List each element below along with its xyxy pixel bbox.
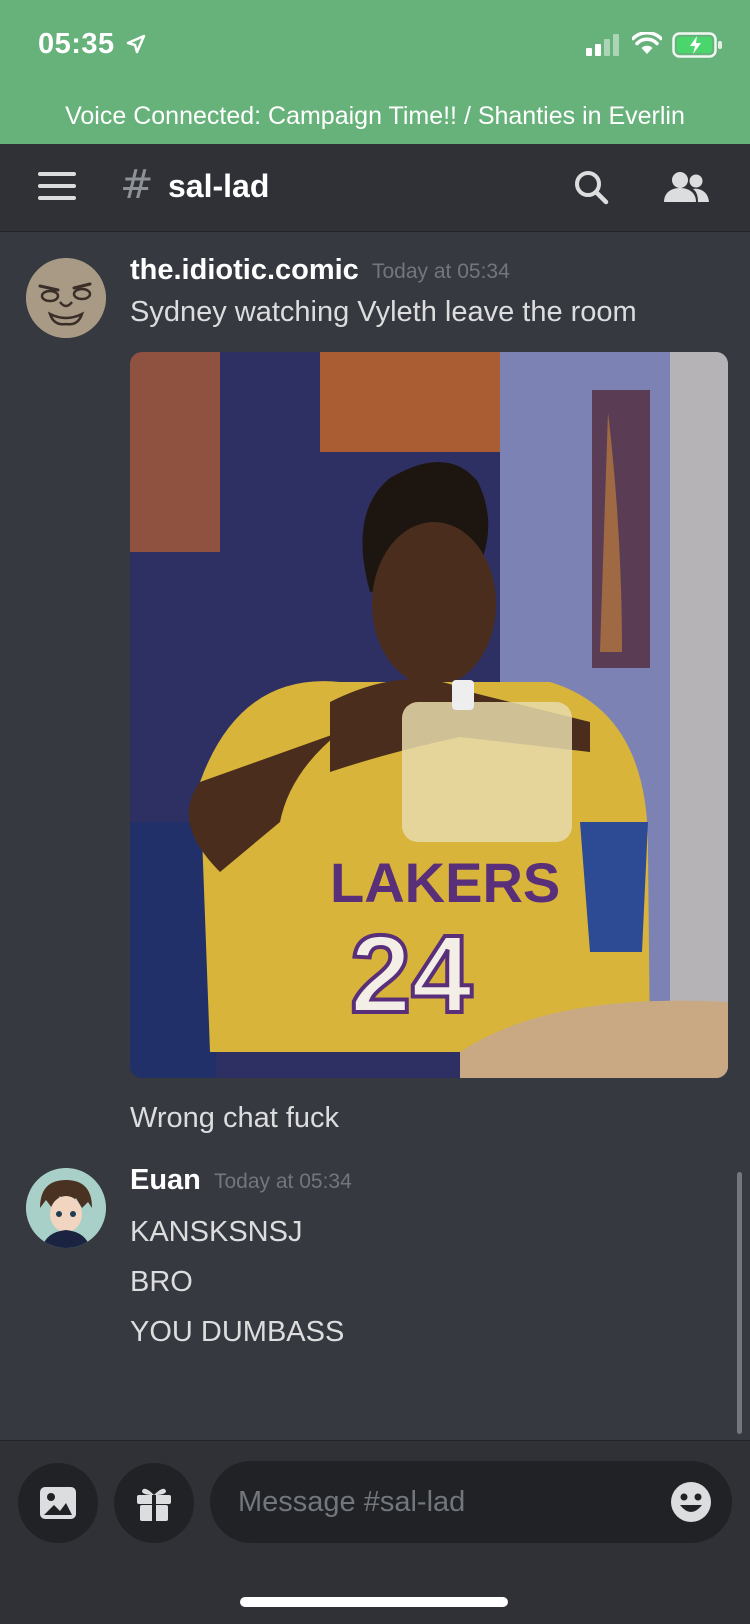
channel-header: # sal-lad <box>0 144 750 232</box>
message-text: KANSKSNSJ <box>130 1216 303 1248</box>
message-input[interactable] <box>238 1461 658 1543</box>
image-upload-icon <box>40 1487 76 1519</box>
anime-character-avatar-icon <box>26 1168 106 1248</box>
message-text: YOU DUMBASS <box>130 1316 345 1348</box>
search-icon[interactable] <box>572 168 612 208</box>
attached-image[interactable]: LAKERS 24 <box>130 352 728 1078</box>
message-timestamp: Today at 05:34 <box>372 260 510 283</box>
svg-text:24: 24 <box>350 913 472 1036</box>
menu-icon[interactable] <box>38 172 76 204</box>
hash-icon: # <box>120 162 154 208</box>
message-timestamp: Today at 05:34 <box>214 1170 352 1193</box>
scrollbar[interactable] <box>737 1172 742 1434</box>
message-author[interactable]: Euan <box>130 1164 201 1197</box>
status-bar: 05:35 <box>0 0 750 92</box>
gift-icon <box>137 1488 171 1521</box>
message-author[interactable]: the.idiotic.comic <box>130 254 359 287</box>
emoji-icon[interactable] <box>670 1481 712 1523</box>
channel-name: sal-lad <box>168 168 270 204</box>
voice-connected-banner[interactable]: Voice Connected: Campaign Time!! / Shant… <box>0 92 750 144</box>
avatar[interactable] <box>26 258 106 338</box>
status-time: 05:35 <box>38 28 115 60</box>
home-indicator[interactable] <box>240 1597 508 1607</box>
message-text: Sydney watching Vyleth leave the room <box>130 296 637 328</box>
message-text: Wrong chat fuck <box>130 1102 340 1134</box>
message-text: BRO <box>130 1266 193 1298</box>
message-list[interactable]: the.idiotic.comic Today at 05:34 Sydney … <box>0 232 750 1440</box>
svg-text:LAKERS: LAKERS <box>330 851 560 914</box>
location-arrow-icon <box>126 34 146 54</box>
avatar[interactable] <box>26 1168 106 1248</box>
man-pouring-juice-image-icon: LAKERS 24 <box>130 352 728 1078</box>
comic-face-avatar-icon <box>26 258 106 338</box>
members-icon[interactable] <box>662 170 712 206</box>
battery-charging-icon <box>672 32 722 58</box>
gift-button[interactable] <box>114 1463 194 1543</box>
wifi-icon <box>632 32 662 54</box>
signal-icon <box>586 34 619 56</box>
message-field[interactable] <box>210 1461 732 1543</box>
image-upload-button[interactable] <box>18 1463 98 1543</box>
